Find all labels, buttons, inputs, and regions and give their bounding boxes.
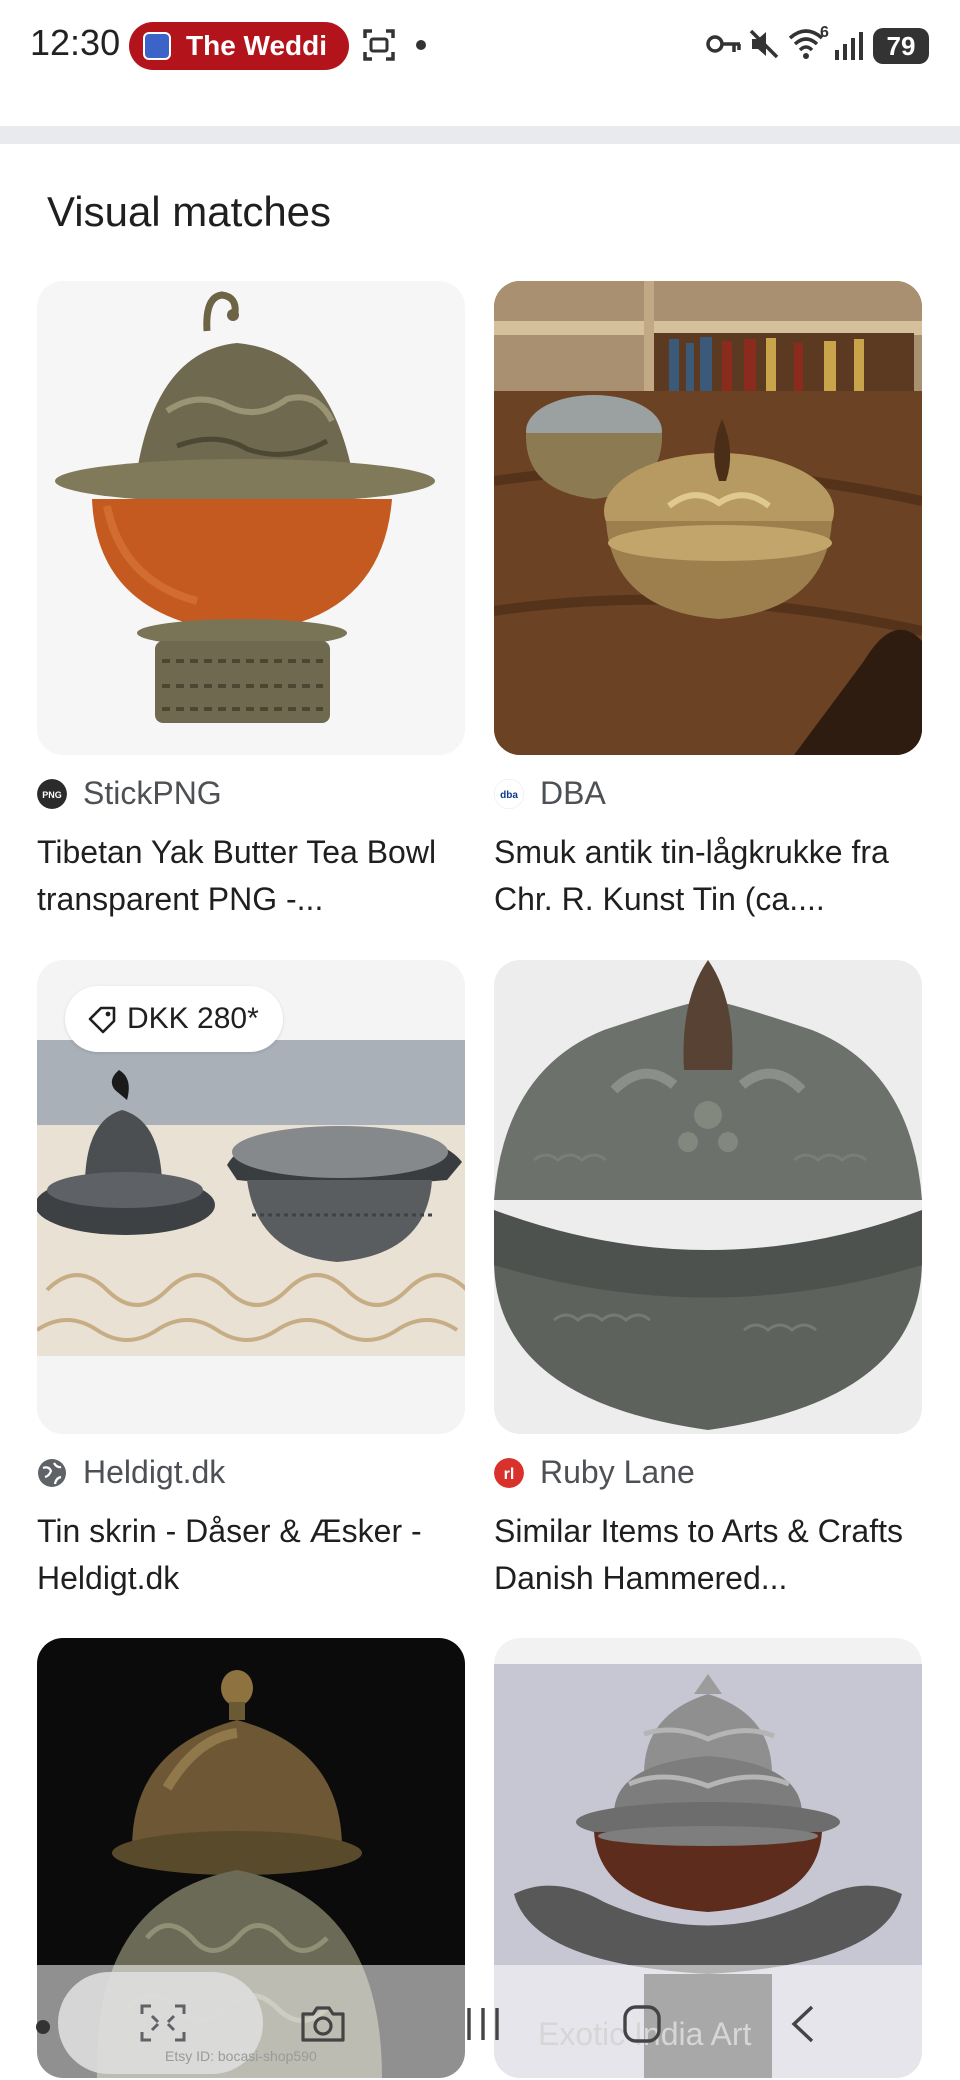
network-badge: 6 xyxy=(820,24,829,41)
result-thumbnail[interactable]: DKK 280* xyxy=(37,960,465,1434)
png-logo-icon: PNG xyxy=(37,779,67,809)
ruby-lane-logo-icon: rl xyxy=(494,1458,524,1488)
screen-capture-icon xyxy=(363,29,395,61)
price-tag-icon xyxy=(88,1006,116,1034)
more-notifications-dot-icon xyxy=(416,40,426,50)
recent-apps-icon[interactable] xyxy=(463,2004,503,2044)
svg-text:PNG: PNG xyxy=(42,790,62,800)
result-thumbnail[interactable] xyxy=(37,281,465,755)
globe-icon xyxy=(38,1459,66,1487)
result-title[interactable]: Tin skrin - Dåser & Æsker - Heldigt.dk xyxy=(37,1508,465,1602)
price-chip[interactable]: DKK 280* xyxy=(65,986,283,1052)
tin-box-image xyxy=(37,1040,465,1356)
mute-icon xyxy=(749,29,779,59)
result-title[interactable]: Tibetan Yak Butter Tea Bowl transparent … xyxy=(37,829,465,923)
svg-text:dba: dba xyxy=(500,790,518,801)
vpn-key-icon xyxy=(706,35,741,53)
lens-select-icon[interactable] xyxy=(140,2004,186,2042)
notification-pill[interactable]: The Weddi xyxy=(129,22,349,70)
notification-pill-text: The Weddi xyxy=(186,30,328,61)
result-title[interactable]: Similar Items to Arts & Crafts Danish Ha… xyxy=(494,1508,922,1602)
tin-jars-image xyxy=(494,281,922,755)
image-caption: Etsy ID: bocasi-shop590 xyxy=(165,2048,317,2064)
book-app-icon xyxy=(143,32,171,60)
back-icon[interactable] xyxy=(788,2004,818,2044)
section-divider xyxy=(0,126,960,144)
status-bar: 12:30 The Weddi 6 79 xyxy=(0,0,960,92)
result-title[interactable]: Smuk antik tin-lågkrukke fra Chr. R. Kun… xyxy=(494,829,922,923)
price-text: DKK 280* xyxy=(127,1002,259,1035)
page-indicator-dot xyxy=(36,2020,50,2034)
source-name: Ruby Lane xyxy=(540,1454,695,1490)
result-thumbnail[interactable] xyxy=(494,281,922,755)
hammered-jar-image xyxy=(494,960,922,1430)
source-name: DBA xyxy=(540,775,606,811)
cellular-signal-icon xyxy=(835,32,863,60)
home-icon[interactable] xyxy=(622,2004,662,2044)
source-name: StickPNG xyxy=(83,775,222,811)
result-thumbnail[interactable] xyxy=(494,960,922,1434)
svg-text:rl: rl xyxy=(504,1466,515,1483)
camera-icon[interactable] xyxy=(299,2004,347,2044)
wifi-icon xyxy=(788,29,824,59)
section-title: Visual matches xyxy=(47,188,332,235)
dba-logo-icon: dba xyxy=(494,779,524,809)
status-time: 12:30 xyxy=(30,22,121,63)
source-name: Heldigt.dk xyxy=(83,1454,226,1490)
butter-tea-bowl-image xyxy=(55,291,435,723)
battery-indicator: 79 xyxy=(873,28,929,64)
